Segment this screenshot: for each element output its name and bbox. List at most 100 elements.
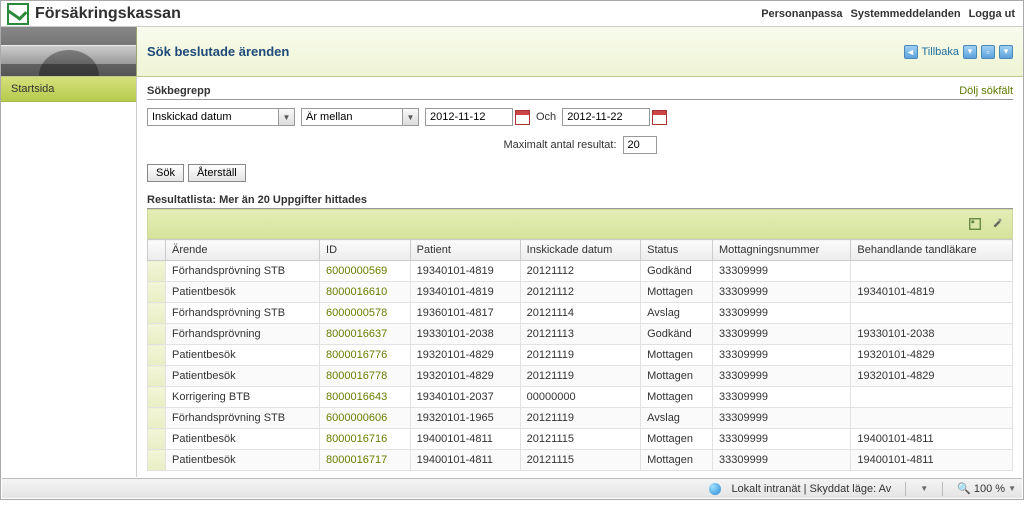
- table-row[interactable]: Patientbesök800001671719400101-481120121…: [148, 450, 1013, 471]
- operator-select[interactable]: ▼: [301, 108, 419, 126]
- search-button[interactable]: Sök: [147, 164, 184, 182]
- back-link[interactable]: Tillbaka: [922, 46, 960, 58]
- row-checkbox[interactable]: [148, 345, 166, 366]
- link-personalize[interactable]: Personanpassa: [759, 8, 844, 20]
- col-datum[interactable]: Inskickade datum: [520, 240, 640, 261]
- cell-id[interactable]: 8000016717: [320, 450, 411, 471]
- cell-status: Godkänd: [641, 261, 713, 282]
- table-row[interactable]: Patientbesök800001671619400101-481120121…: [148, 429, 1013, 450]
- table-row[interactable]: Förhandsprövning STB600000057819360101-4…: [148, 303, 1013, 324]
- square-control-icon[interactable]: ▫: [981, 45, 995, 59]
- cell-mottag: 33309999: [713, 261, 851, 282]
- cell-datum: 20121112: [520, 261, 640, 282]
- link-logout[interactable]: Logga ut: [967, 8, 1017, 20]
- cell-id[interactable]: 6000000569: [320, 261, 411, 282]
- settings-icon[interactable]: [990, 217, 1004, 231]
- cell-arende: Förhandsprövning STB: [166, 261, 320, 282]
- cell-id[interactable]: 8000016643: [320, 387, 411, 408]
- cell-id[interactable]: 8000016716: [320, 429, 411, 450]
- cell-arende: Förhandsprövning: [166, 324, 320, 345]
- hide-search-link[interactable]: Dölj sökfält: [959, 85, 1013, 97]
- cell-id[interactable]: 8000016637: [320, 324, 411, 345]
- cell-patient: 19360101-4817: [410, 303, 520, 324]
- table-row[interactable]: Patientbesök800001661019340101-481920121…: [148, 282, 1013, 303]
- main-content: Sökbegrepp Dölj sökfält ▼ ▼ Och: [137, 77, 1023, 477]
- results-title: Resultatlista: Mer än 20 Uppgifter hitta…: [147, 194, 1013, 209]
- max-results-input[interactable]: [623, 136, 657, 154]
- row-checkbox[interactable]: [148, 450, 166, 471]
- cell-patient: 19320101-1965: [410, 408, 520, 429]
- cell-behand: 19320101-4829: [851, 345, 1013, 366]
- cell-arende: Korrigering BTB: [166, 387, 320, 408]
- date-to-input[interactable]: [562, 108, 650, 126]
- date-from-input[interactable]: [425, 108, 513, 126]
- table-row[interactable]: Förhandsprövning STB600000060619320101-1…: [148, 408, 1013, 429]
- table-row[interactable]: Förhandsprövning STB600000056919340101-4…: [148, 261, 1013, 282]
- cell-id[interactable]: 8000016776: [320, 345, 411, 366]
- cell-datum: 20121113: [520, 324, 640, 345]
- table-row[interactable]: Korrigering BTB800001664319340101-203700…: [148, 387, 1013, 408]
- field-select[interactable]: ▼: [147, 108, 295, 126]
- page-title: Sök beslutade ärenden: [147, 44, 289, 59]
- col-status[interactable]: Status: [641, 240, 713, 261]
- table-row[interactable]: Patientbesök800001677619320101-482920121…: [148, 345, 1013, 366]
- cell-id[interactable]: 8000016778: [320, 366, 411, 387]
- cell-behand: 19320101-4829: [851, 366, 1013, 387]
- pager: ◄ Tillbaka 1 2 Fortsätt ►: [147, 471, 1013, 477]
- dropdown-control-icon[interactable]: ▾: [963, 45, 977, 59]
- cell-mottag: 33309999: [713, 408, 851, 429]
- row-checkbox[interactable]: [148, 303, 166, 324]
- cell-id[interactable]: 6000000606: [320, 408, 411, 429]
- zoom-control[interactable]: 🔍 100 % ▼: [957, 482, 1016, 495]
- row-checkbox[interactable]: [148, 366, 166, 387]
- field-select-value[interactable]: [148, 109, 278, 125]
- row-checkbox[interactable]: [148, 324, 166, 345]
- calendar-icon[interactable]: [652, 110, 667, 125]
- filter-row: ▼ ▼ Och: [147, 108, 1013, 126]
- cell-arende: Patientbesök: [166, 282, 320, 303]
- operator-select-value[interactable]: [302, 109, 402, 125]
- calendar-icon[interactable]: [515, 110, 530, 125]
- cell-id[interactable]: 8000016610: [320, 282, 411, 303]
- chevron-down-icon[interactable]: ▼: [278, 109, 294, 125]
- top-links: Personanpassa Systemmeddelanden Logga ut: [759, 8, 1017, 20]
- chevron-down-icon[interactable]: ▼: [402, 109, 418, 125]
- row-checkbox[interactable]: [148, 261, 166, 282]
- cell-id[interactable]: 6000000578: [320, 303, 411, 324]
- link-system-messages[interactable]: Systemmeddelanden: [849, 8, 963, 20]
- cell-behand: 19340101-4819: [851, 282, 1013, 303]
- back-icon[interactable]: ◄: [904, 45, 918, 59]
- cell-mottag: 33309999: [713, 366, 851, 387]
- row-checkbox[interactable]: [148, 282, 166, 303]
- cell-mottag: 33309999: [713, 324, 851, 345]
- protected-mode-dropdown-icon[interactable]: ▼: [920, 484, 928, 493]
- col-arende[interactable]: Ärende: [166, 240, 320, 261]
- row-checkbox[interactable]: [148, 387, 166, 408]
- cell-datum: 00000000: [520, 387, 640, 408]
- col-behand[interactable]: Behandlande tandläkare: [851, 240, 1013, 261]
- export-icon[interactable]: [968, 217, 982, 231]
- col-id[interactable]: ID: [320, 240, 411, 261]
- table-row[interactable]: Förhandsprövning800001663719330101-20382…: [148, 324, 1013, 345]
- chevron-down-icon[interactable]: ▼: [1008, 484, 1016, 493]
- row-checkbox[interactable]: [148, 429, 166, 450]
- cell-behand: 19400101-4811: [851, 450, 1013, 471]
- brand-name: Försäkringskassan: [35, 5, 181, 23]
- col-patient[interactable]: Patient: [410, 240, 520, 261]
- dropdown2-control-icon[interactable]: ▾: [999, 45, 1013, 59]
- cell-mottag: 33309999: [713, 345, 851, 366]
- reset-button[interactable]: Återställ: [188, 164, 246, 182]
- zoom-value: 100 %: [974, 483, 1005, 495]
- cell-status: Avslag: [641, 408, 713, 429]
- sidebar-item-startsida[interactable]: Startsida: [1, 77, 136, 102]
- status-bar: Lokalt intranät | Skyddat läge: Av ▼ 🔍 1…: [2, 478, 1022, 498]
- cell-patient: 19340101-4819: [410, 261, 520, 282]
- max-results-row: Maximalt antal resultat:: [147, 136, 1013, 154]
- cell-mottag: 33309999: [713, 450, 851, 471]
- cell-arende: Patientbesök: [166, 429, 320, 450]
- cell-patient: 19320101-4829: [410, 345, 520, 366]
- table-row[interactable]: Patientbesök800001677819320101-482920121…: [148, 366, 1013, 387]
- banner-image: [1, 27, 137, 76]
- row-checkbox[interactable]: [148, 408, 166, 429]
- col-mottag[interactable]: Mottagningsnummer: [713, 240, 851, 261]
